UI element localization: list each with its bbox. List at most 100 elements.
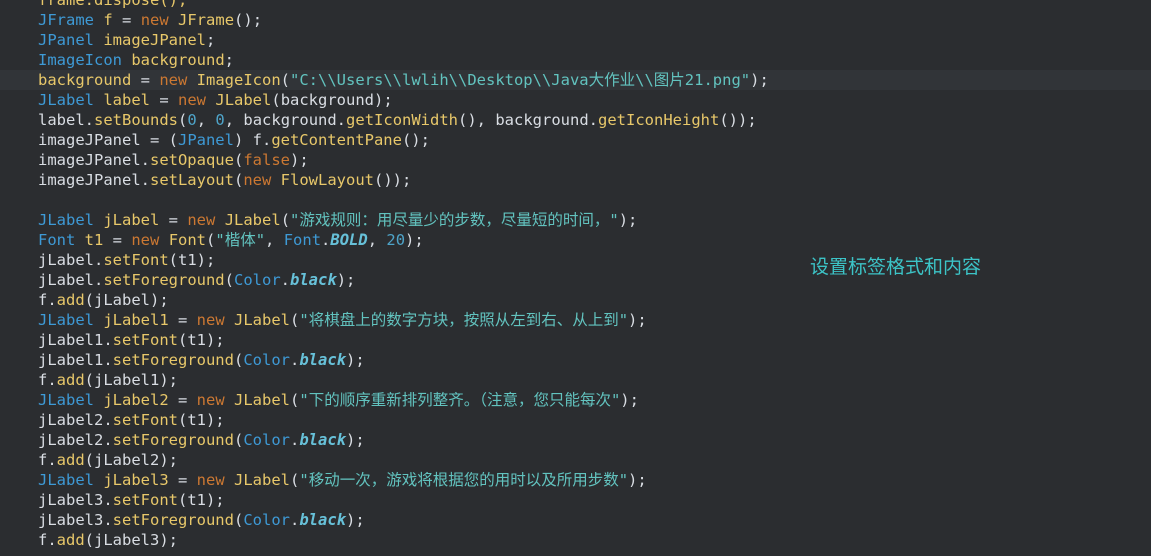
code-line[interactable]: JPanel imageJPanel; (38, 30, 769, 50)
code-line[interactable]: imageJPanel = (JPanel) f.getContentPane(… (38, 130, 769, 150)
code-token: f. (38, 371, 57, 389)
code-token: = (150, 91, 179, 109)
code-token: . (280, 271, 291, 289)
code-token: getIconHeight (598, 111, 720, 129)
code-token: , background. (224, 111, 347, 129)
code-line[interactable]: jLabel2.setForeground(Color.black); (38, 430, 769, 450)
code-token: ); (346, 431, 365, 449)
code-token: = (159, 211, 188, 229)
code-line[interactable] (38, 190, 769, 210)
code-line[interactable]: JLabel jLabel = new JLabel("游戏规则：用尽量少的步数… (38, 210, 769, 230)
code-line[interactable]: f.add(jLabel); (38, 290, 769, 310)
code-token: JLabel (234, 311, 291, 329)
code-token: ( (280, 71, 291, 89)
code-token: setFont (103, 251, 169, 269)
code-line[interactable]: JLabel jLabel2 = new JLabel("下的顺序重新排列整齐。… (38, 390, 769, 410)
code-line[interactable]: label.setBounds(0, 0, background.getIcon… (38, 110, 769, 130)
code-token: ); (336, 271, 356, 289)
code-line[interactable]: f.add(jLabel3); (38, 530, 769, 550)
code-line[interactable]: Font t1 = new Font("楷体", Font.BOLD, 20); (38, 230, 769, 250)
code-line[interactable]: background = new ImageIcon("C:\\Users\\l… (38, 70, 769, 90)
code-token: ImageIcon (196, 71, 281, 89)
code-line[interactable]: jLabel3.setForeground(Color.black); (38, 510, 769, 530)
code-token: imageJPanel. (38, 171, 150, 189)
code-token: ( (224, 271, 234, 289)
code-token: t1 (84, 231, 104, 249)
code-token: JLabel (38, 311, 94, 329)
code-token: f. (38, 451, 57, 469)
code-token: 20 (386, 231, 406, 249)
code-line[interactable]: JLabel jLabel3 = new JLabel("移动一次，游戏将根据您… (38, 470, 769, 490)
code-line[interactable]: JLabel jLabel1 = new JLabel("将棋盘上的数字方块，按… (38, 310, 769, 330)
code-token: jLabel1. (38, 331, 113, 349)
code-token: ( (290, 471, 300, 489)
code-line[interactable]: jLabel1.setForeground(Color.black); (38, 350, 769, 370)
code-token: label (103, 91, 151, 109)
code-token: new (159, 71, 188, 89)
code-token: (jLabel2); (84, 451, 178, 469)
code-token: . (321, 231, 331, 249)
code-line[interactable]: imageJPanel.setOpaque(false); (38, 150, 769, 170)
code-line[interactable]: frame.dispose(); (38, 0, 769, 10)
code-token: new (178, 91, 207, 109)
code-token: jLabel (103, 211, 160, 229)
code-token: setForeground (112, 511, 234, 529)
code-token: jLabel2. (38, 411, 113, 429)
code-token: (t1); (168, 251, 216, 269)
code-token: jLabel1 (103, 311, 169, 329)
code-token: ); (628, 311, 647, 329)
code-token: , (265, 231, 284, 249)
code-token: jLabel2 (103, 391, 169, 409)
code-token: setFont (112, 331, 178, 349)
code-token: frame.dispose(); (38, 0, 188, 9)
code-token: black (299, 511, 347, 529)
code-token: JLabel (38, 391, 94, 409)
code-token: = (131, 71, 160, 89)
code-line[interactable]: jLabel.setFont(t1); (38, 250, 769, 270)
code-token: ( (206, 231, 216, 249)
code-line[interactable]: JLabel label = new JLabel(background); (38, 90, 769, 110)
code-token: ()); (719, 111, 757, 129)
code-token: ( (233, 351, 244, 369)
code-token: ( (233, 171, 244, 189)
code-token: JLabel (38, 471, 94, 489)
code-editor[interactable]: frame.dispose(); JFrame f = new JFrame();… (0, 0, 1151, 556)
code-token: background (131, 51, 225, 69)
code-line[interactable]: f.add(jLabel1); (38, 370, 769, 390)
code-token: label. (38, 111, 94, 129)
code-token: ); (628, 471, 647, 489)
code-token: . (290, 431, 300, 449)
code-line[interactable]: imageJPanel.setLayout(new FlowLayout()); (38, 170, 769, 190)
code-line[interactable]: f.add(jLabel2); (38, 450, 769, 470)
code-token: "移动一次，游戏将根据您的用时以及所用步数" (299, 471, 629, 489)
code-token: imageJPanel (103, 31, 206, 49)
code-token: ( (178, 111, 188, 129)
code-token: new (243, 171, 272, 189)
code-token: f (103, 11, 113, 29)
code-token: add (56, 451, 85, 469)
code-line[interactable]: jLabel1.setFont(t1); (38, 330, 769, 350)
code-line[interactable]: ImageIcon background; (38, 50, 769, 70)
code-line[interactable]: jLabel2.setFont(t1); (38, 410, 769, 430)
code-token: (), background. (458, 111, 598, 129)
code-area[interactable]: frame.dispose(); JFrame f = new JFrame();… (38, 0, 769, 550)
code-token: "游戏规则：用尽量少的步数，尽量短的时间，" (290, 211, 619, 229)
code-token: getContentPane (271, 131, 402, 149)
code-token: setFont (112, 491, 178, 509)
code-line[interactable]: JFrame f = new JFrame(); (38, 10, 769, 30)
code-token: "C:\\Users\\lwlih\\Desktop\\Java大作业\\图片2… (290, 71, 751, 89)
code-line[interactable]: jLabel3.setFont(t1); (38, 490, 769, 510)
code-token: f. (38, 531, 57, 549)
code-token: ; (224, 51, 235, 69)
code-token: = (168, 391, 197, 409)
code-line[interactable]: jLabel.setForeground(Color.black); (38, 270, 769, 290)
